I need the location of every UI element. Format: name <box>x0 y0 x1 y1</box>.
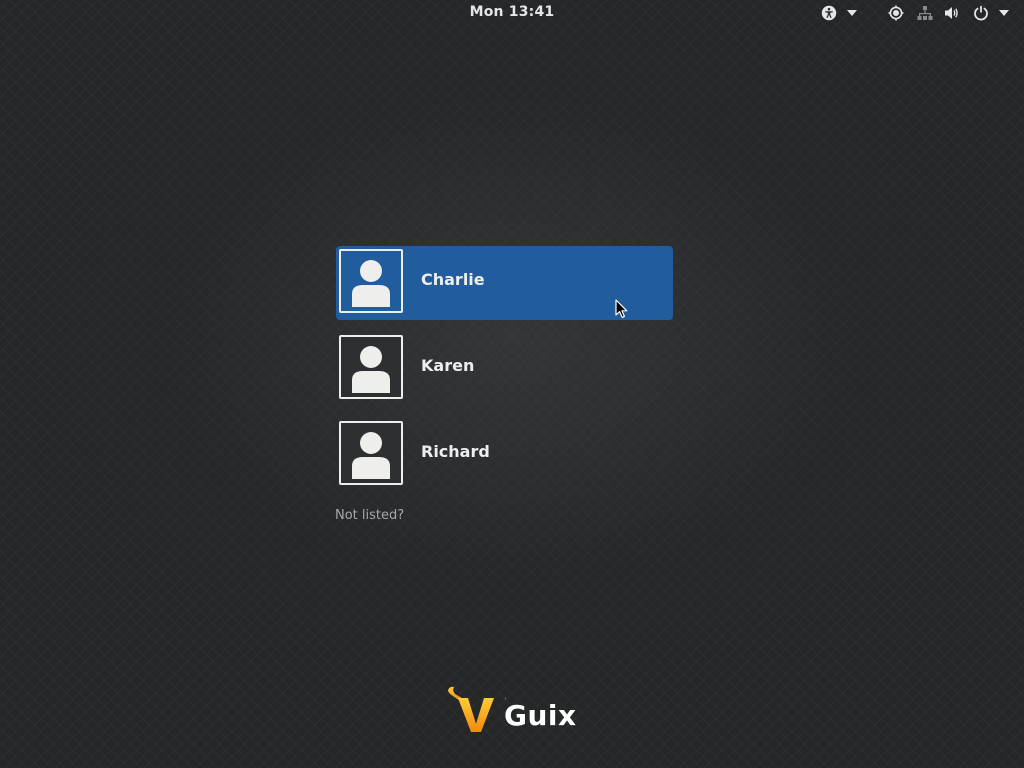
user-avatar-icon <box>339 249 403 313</box>
network-icon[interactable] <box>917 5 933 21</box>
user-name: Charlie <box>421 270 485 289</box>
power-icon[interactable] <box>973 5 989 21</box>
not-listed-link[interactable]: Not listed? <box>335 508 404 523</box>
user-row-richard[interactable]: Richard <box>336 418 673 492</box>
guix-logo-icon <box>448 686 506 732</box>
user-row-karen[interactable]: Karen <box>336 332 673 406</box>
user-list: Charlie Karen Richard <box>336 246 673 504</box>
clock-label[interactable]: Mon 13:41 <box>470 4 555 20</box>
user-avatar-icon <box>339 421 403 485</box>
guix-logo: Guix <box>446 684 586 738</box>
volume-icon[interactable] <box>944 5 960 21</box>
chevron-down-icon[interactable] <box>998 5 1010 21</box>
brightness-icon[interactable] <box>888 5 904 21</box>
clock[interactable]: Mon 13:41 <box>0 4 1024 20</box>
guix-logo-text: Guix <box>504 699 577 732</box>
user-name: Karen <box>421 356 475 375</box>
accessibility-icon[interactable] <box>821 5 837 21</box>
user-avatar-icon <box>339 335 403 399</box>
user-name: Richard <box>421 442 490 461</box>
top-bar: Mon 13:41 <box>0 0 1024 27</box>
user-row-charlie[interactable]: Charlie <box>336 246 673 320</box>
chevron-down-icon[interactable] <box>846 5 858 21</box>
